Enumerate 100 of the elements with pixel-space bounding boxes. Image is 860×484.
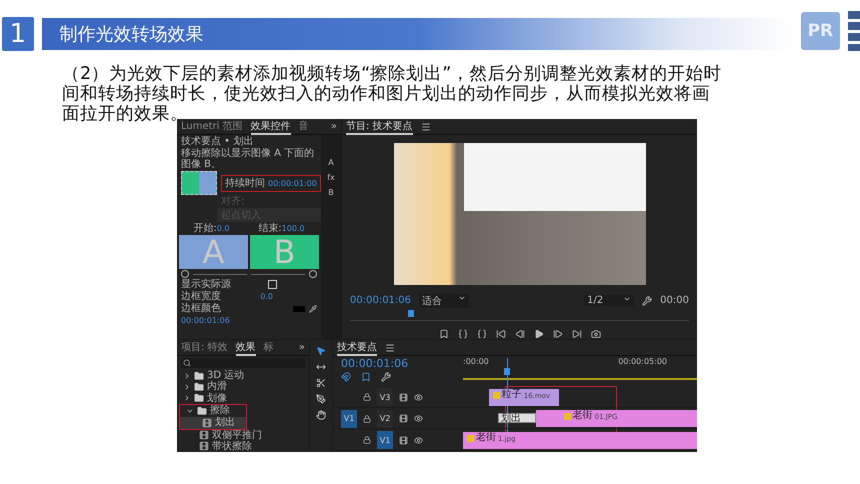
go-to-in-icon xyxy=(496,329,506,339)
transition-icon xyxy=(199,430,209,440)
property-label: 显示实际源 xyxy=(181,279,231,290)
marker-icon xyxy=(438,329,448,339)
play-icon xyxy=(534,329,544,339)
effect-item[interactable]: 带状擦除 xyxy=(177,440,309,452)
ripple-tool-icon xyxy=(316,362,326,372)
section-number: 1 xyxy=(2,17,34,51)
transition-icon xyxy=(199,441,209,452)
end-preview: B xyxy=(250,235,319,269)
panel-title: 节目: 技术要点 xyxy=(346,119,413,134)
panel-tab[interactable]: 效果 xyxy=(236,340,256,356)
track-name[interactable]: V3 xyxy=(377,388,393,406)
property-label: 边框宽度 xyxy=(181,291,221,302)
eye-icon xyxy=(414,414,423,423)
effect-item[interactable]: 划出 xyxy=(180,416,246,429)
mark-out-icon xyxy=(476,329,486,339)
slider-handle[interactable] xyxy=(309,270,317,278)
marker-icon xyxy=(361,372,371,382)
transition-icon xyxy=(202,418,212,428)
slider-handle[interactable] xyxy=(181,270,189,278)
search-icon xyxy=(183,359,191,368)
panel-tab[interactable]: 音 xyxy=(298,119,309,134)
folder-label: 内滑 xyxy=(207,381,227,392)
source-patch[interactable]: V1 xyxy=(341,410,357,428)
effect-folder[interactable]: 划像 xyxy=(177,392,309,404)
transition-preview xyxy=(181,171,217,195)
end-label: 结束: xyxy=(258,223,282,234)
start-label: 开始: xyxy=(193,223,217,234)
eye-icon xyxy=(414,436,423,444)
transition-description: 移动擦除以显示图像 A 下面的图像 B。 xyxy=(181,148,316,170)
time-ruler[interactable]: :00:00 00:00:05:00 xyxy=(463,356,697,386)
panel-tab[interactable]: 项目: 特效 xyxy=(181,340,228,356)
track-output-icon xyxy=(399,414,408,423)
go-to-out-icon xyxy=(572,329,582,339)
menu-icon xyxy=(385,342,395,352)
transition-clip[interactable]: 划出 xyxy=(498,413,536,423)
eye-icon xyxy=(414,392,423,402)
track-output-icon xyxy=(399,436,408,444)
menu-icon xyxy=(420,122,431,132)
effect-item[interactable]: 双侧平推门 xyxy=(177,430,309,441)
zoom-dropdown[interactable]: 适合 xyxy=(419,294,470,308)
folder-icon xyxy=(194,382,204,392)
effect-folder[interactable]: 3D 运动 xyxy=(177,370,309,382)
sequence-tab[interactable]: 技术要点 xyxy=(337,340,377,356)
start-value[interactable]: 0.0 xyxy=(216,224,230,233)
resolution-dropdown[interactable]: 1/2 xyxy=(584,295,634,306)
ruler-label: :00:00 xyxy=(463,356,489,367)
effect-folder[interactable]: 内滑 xyxy=(177,381,309,393)
color-swatch[interactable] xyxy=(293,306,305,312)
property-label: 边框颜色 xyxy=(181,303,221,314)
search-field[interactable] xyxy=(181,358,305,368)
hand-tool-icon xyxy=(316,410,326,420)
start-preview: A xyxy=(179,235,248,269)
lock-icon xyxy=(363,414,371,422)
property-value[interactable]: 0.0 xyxy=(260,291,273,302)
step-forward-icon xyxy=(552,329,562,339)
duration-timecode: 00:00 xyxy=(660,295,689,306)
razor-tool-icon xyxy=(316,378,326,388)
track-output-icon xyxy=(399,392,408,402)
effect-folder[interactable]: 擦除 xyxy=(180,404,246,417)
ruler-label: 00:00:05:00 xyxy=(618,356,667,367)
playhead[interactable] xyxy=(408,310,414,317)
track-label: B xyxy=(328,187,334,198)
step-back-icon xyxy=(514,329,524,339)
effect-label: 带状擦除 xyxy=(212,440,252,452)
pen-tool-icon xyxy=(316,394,326,404)
timecode: 00:00:01:06 xyxy=(350,295,412,306)
track-name[interactable]: V1 xyxy=(377,431,393,449)
folder-icon xyxy=(194,393,204,404)
folder-label: 擦除 xyxy=(210,405,230,416)
selection-tool-icon xyxy=(316,346,326,356)
stripe-decoration xyxy=(848,11,860,51)
eyedropper-icon xyxy=(309,304,317,312)
duration-field[interactable]: 持续时间 00:00:01:00 xyxy=(221,174,321,192)
scrub-track[interactable] xyxy=(350,310,689,321)
folder-label: 划像 xyxy=(207,392,227,404)
clip-name: 技术要点 • 划出 xyxy=(181,136,254,147)
folder-icon xyxy=(194,370,204,381)
caret-icon xyxy=(623,295,632,303)
folder-icon xyxy=(197,406,207,416)
panel-tab[interactable]: 效果控件 xyxy=(250,119,291,134)
settings-icon xyxy=(642,296,652,306)
end-value[interactable]: 100.0 xyxy=(282,224,305,233)
camera-icon xyxy=(590,329,600,339)
effect-label: 双侧平推门 xyxy=(212,430,262,441)
folder-label: 3D 运动 xyxy=(207,370,244,382)
lock-icon xyxy=(363,393,371,401)
panel-tab[interactable]: 标 xyxy=(264,340,274,356)
settings-icon xyxy=(381,372,391,382)
track-name[interactable]: V2 xyxy=(377,410,393,428)
more-tabs[interactable]: » xyxy=(330,121,337,132)
more-tabs[interactable]: » xyxy=(298,342,305,353)
mark-in-icon xyxy=(458,329,468,339)
checkbox[interactable] xyxy=(268,280,277,289)
lock-icon xyxy=(363,436,371,444)
current-time: 00:00:01:06 xyxy=(181,315,230,326)
track-label: A xyxy=(328,157,334,168)
effect-label: 划出 xyxy=(215,417,235,428)
timecode: 00:00:01:06 xyxy=(341,358,410,369)
